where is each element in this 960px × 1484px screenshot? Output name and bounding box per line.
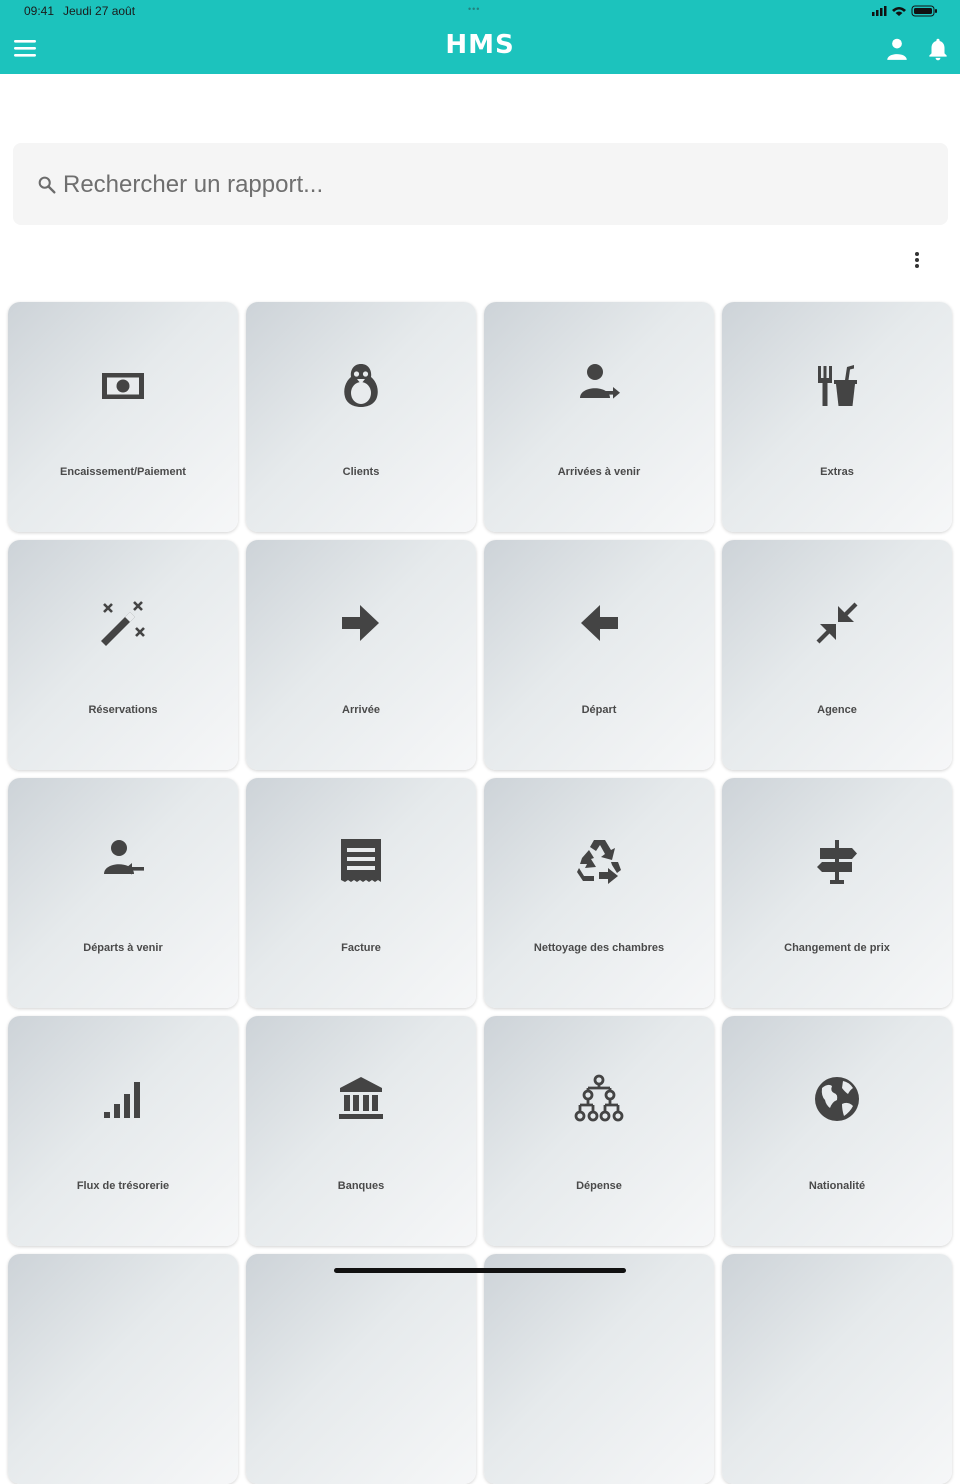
report-tile-label: Banques — [337, 1180, 385, 1192]
report-tile[interactable]: Départs à venir — [8, 778, 238, 1008]
report-tile-label: Nationalité — [808, 1180, 866, 1192]
report-tile-label: Encaissement/Paiement — [60, 466, 186, 478]
report-grid: Encaissement/Paiement Clients Arrivées à v… — [0, 0, 960, 1484]
recycle-icon — [574, 836, 624, 886]
person-arrow-left-icon — [98, 836, 148, 886]
report-tile[interactable] — [8, 1254, 238, 1484]
bank-icon — [336, 1074, 386, 1124]
report-tile[interactable]: Changement de prix — [722, 778, 952, 1008]
report-tile[interactable]: Arrivée — [246, 540, 476, 770]
report-tile[interactable]: Extras — [722, 302, 952, 532]
report-tile[interactable] — [722, 1254, 952, 1484]
report-tile-label: Départ — [581, 704, 617, 716]
report-tile-label: Réservations — [88, 704, 158, 716]
compress-arrows-icon — [812, 598, 862, 648]
report-tile[interactable]: Encaissement/Paiement — [8, 302, 238, 532]
report-tile-label: Arrivée — [342, 704, 380, 716]
report-tile-label: Changement de prix — [784, 942, 890, 954]
report-tile[interactable] — [484, 1254, 714, 1484]
home-indicator — [334, 1268, 626, 1273]
magic-wand-icon — [98, 598, 148, 648]
report-tile[interactable]: Départ — [484, 540, 714, 770]
signpost-icon — [812, 836, 862, 886]
report-tile[interactable]: Dépense — [484, 1016, 714, 1246]
report-tile-label: Clients — [342, 466, 380, 478]
report-tile[interactable]: Arrivées à venir — [484, 302, 714, 532]
globe-icon — [812, 1074, 862, 1124]
report-tile[interactable]: Clients — [246, 302, 476, 532]
report-tile-label: Départs à venir — [83, 942, 163, 954]
report-tile-label: Facture — [341, 942, 381, 954]
food-drink-icon — [812, 360, 862, 410]
report-tile-label: Nettoyage des chambres — [533, 942, 665, 954]
money-icon — [98, 360, 148, 410]
receipt-icon — [336, 836, 386, 886]
report-tile-label: Arrivées à venir — [557, 466, 641, 478]
report-tile-label: Dépense — [576, 1180, 622, 1192]
report-tile[interactable]: Flux de trésorerie — [8, 1016, 238, 1246]
report-tile[interactable]: Nettoyage des chambres — [484, 778, 714, 1008]
signal-bars-icon — [98, 1074, 148, 1124]
report-tile-label: Agence — [817, 704, 857, 716]
arrow-left-icon — [574, 598, 624, 648]
report-tile[interactable]: Agence — [722, 540, 952, 770]
person-arrow-right-icon — [574, 360, 624, 410]
hierarchy-icon — [574, 1074, 624, 1124]
report-tile[interactable]: Réservations — [8, 540, 238, 770]
arrow-right-icon — [336, 598, 386, 648]
penguin-icon — [336, 360, 386, 410]
report-tile-label: Flux de trésorerie — [76, 1180, 170, 1192]
report-tile[interactable]: Banques — [246, 1016, 476, 1246]
report-tile-label: Extras — [820, 466, 854, 478]
report-tile[interactable]: Facture — [246, 778, 476, 1008]
report-tile[interactable] — [246, 1254, 476, 1484]
report-tile[interactable]: Nationalité — [722, 1016, 952, 1246]
